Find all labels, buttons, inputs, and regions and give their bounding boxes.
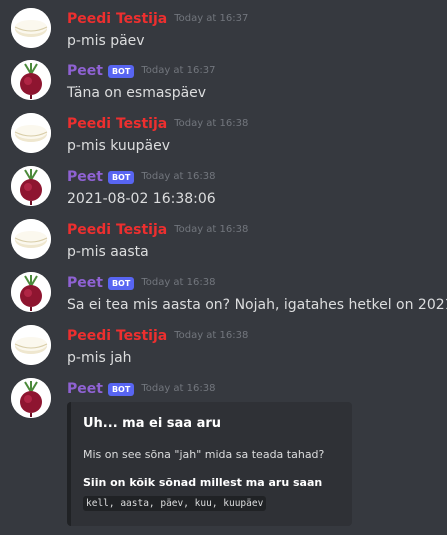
username[interactable]: Peedi Testija	[67, 220, 167, 240]
chat-messages: Peedi Testija Today at 16:37 p-mis päev …	[0, 0, 447, 535]
embed-field-name: Siin on kõik sõnad millest ma aru saan	[83, 476, 323, 489]
message-text: Sa ei tea mis aasta on? Nojah, igatahes …	[67, 297, 447, 313]
user-avatar[interactable]	[11, 219, 51, 259]
bot-tag: BOT	[107, 382, 135, 396]
user-avatar[interactable]	[11, 325, 51, 365]
timestamp: Today at 16:38	[141, 171, 216, 182]
username[interactable]: Peet	[67, 167, 103, 187]
username[interactable]: Peedi Testija	[67, 326, 167, 346]
message-header: Peedi Testija Today at 16:38	[67, 326, 248, 346]
timestamp: Today at 16:38	[174, 330, 249, 341]
timestamp: Today at 16:37	[141, 65, 216, 76]
timestamp: Today at 16:38	[141, 277, 216, 288]
message-header: Peedi Testija Today at 16:38	[67, 220, 248, 240]
bot-avatar[interactable]	[11, 272, 51, 312]
camembert-cheese-icon	[11, 8, 51, 48]
embed-description: Mis on see sõna "jah" mida sa teada taha…	[83, 448, 325, 461]
message-text: p-mis aasta	[67, 244, 149, 260]
message-text: p-mis kuupäev	[67, 138, 170, 154]
message-text: p-mis jah	[67, 350, 132, 366]
beetroot-icon	[11, 272, 51, 312]
message-text: p-mis päev	[67, 33, 145, 49]
username[interactable]: Peet	[67, 273, 103, 293]
username[interactable]: Peet	[67, 61, 103, 81]
message-text: Täna on esmaspäev	[67, 85, 207, 101]
embed-title: Uh... ma ei saa aru	[83, 416, 222, 431]
beetroot-icon	[11, 60, 51, 100]
bot-avatar[interactable]	[11, 60, 51, 100]
message-text: 2021-08-02 16:38:06	[67, 191, 216, 207]
message-header: Peedi Testija Today at 16:38	[67, 114, 248, 134]
bot-tag: BOT	[107, 276, 135, 290]
username[interactable]: Peedi Testija	[67, 114, 167, 134]
camembert-cheese-icon	[11, 219, 51, 259]
timestamp: Today at 16:38	[141, 383, 216, 394]
user-avatar[interactable]	[11, 8, 51, 48]
message-embed: Uh... ma ei saa aru Mis on see sõna "jah…	[67, 402, 352, 526]
message-header: Peet BOT Today at 16:38	[67, 167, 215, 187]
message-header: Peet BOT Today at 16:38	[67, 273, 215, 293]
username[interactable]: Peet	[67, 379, 103, 399]
timestamp: Today at 16:37	[174, 13, 249, 24]
message-header: Peedi Testija Today at 16:37	[67, 9, 248, 29]
bot-tag: BOT	[107, 64, 135, 78]
beetroot-icon	[11, 378, 51, 418]
message-header: Peet BOT Today at 16:38	[67, 379, 215, 399]
user-avatar[interactable]	[11, 113, 51, 153]
timestamp: Today at 16:38	[174, 118, 249, 129]
bot-tag: BOT	[107, 170, 135, 184]
message-header: Peet BOT Today at 16:37	[67, 61, 215, 81]
camembert-cheese-icon	[11, 113, 51, 153]
timestamp: Today at 16:38	[174, 224, 249, 235]
embed-field-value: kell, aasta, päev, kuu, kuupäev	[83, 496, 267, 511]
bot-avatar[interactable]	[11, 166, 51, 206]
bot-avatar[interactable]	[11, 378, 51, 418]
camembert-cheese-icon	[11, 325, 51, 365]
beetroot-icon	[11, 166, 51, 206]
username[interactable]: Peedi Testija	[67, 9, 167, 29]
